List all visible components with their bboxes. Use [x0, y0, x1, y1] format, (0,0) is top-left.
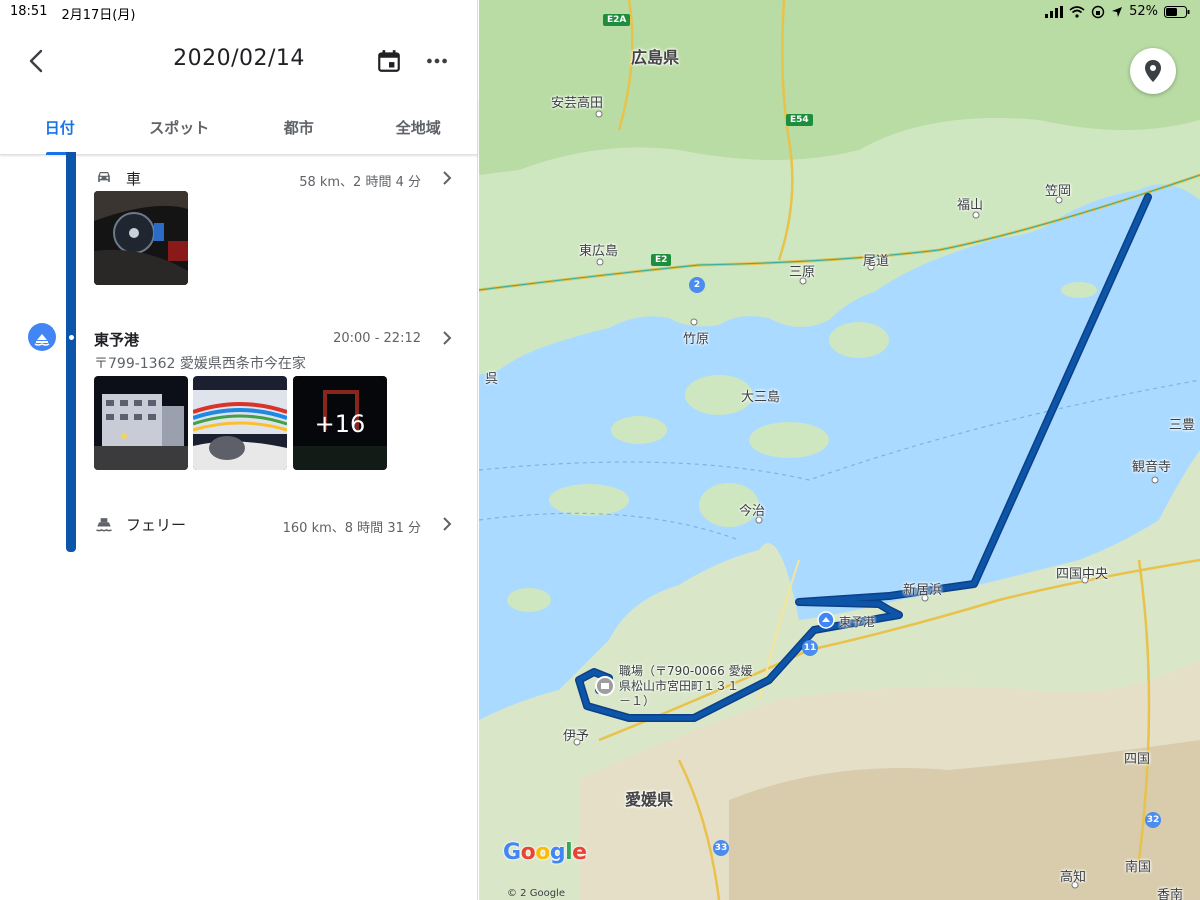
route-shield-11: 11 — [802, 640, 818, 656]
tab-spots[interactable]: スポット — [120, 100, 240, 154]
workplace-line-3: －１） — [619, 694, 656, 708]
ferry-label: フェリー — [126, 516, 187, 534]
status-bar-right: 52% — [1045, 4, 1190, 19]
ferry-distance-duration: 160 km、8 時間 31 分 — [282, 521, 421, 536]
timeline-line — [66, 152, 76, 552]
map-label-fukuyama: 福山 — [957, 198, 984, 213]
expressway-shield-e2: E2 — [651, 254, 672, 266]
place-address: 〒799-1362 愛媛県西条市今在家 — [94, 356, 306, 372]
signal-icon — [1045, 5, 1064, 18]
car-label: 車 — [126, 170, 142, 188]
map-label-higashihiroshima: 東広島 — [579, 244, 619, 259]
map-label-shikokuchuo: 四国中央 — [1056, 567, 1109, 582]
map-copyright: © 2 Google — [507, 888, 565, 899]
status-date: 2月17日(月) — [61, 8, 136, 23]
status-bar-left: 18:51 2月17日(月) — [10, 4, 135, 23]
map-label-kami: 香南 — [1157, 888, 1184, 900]
map-label-mihara: 三原 — [789, 265, 816, 280]
map-label-toyo-port[interactable]: 東予港 — [839, 613, 875, 630]
map-label-workplace[interactable]: 職場（〒790-0066 愛媛 県松山市宮田町１３１ －１） — [619, 664, 753, 709]
map-label-omishima: 大三島 — [741, 390, 781, 405]
route-shield-32: 32 — [1145, 812, 1161, 828]
chevron-right-icon[interactable] — [440, 170, 454, 186]
chevron-right-icon[interactable] — [440, 330, 454, 346]
photo-thumbnail[interactable] — [94, 191, 188, 285]
expressway-shield-e54: E54 — [786, 114, 813, 126]
car-distance-duration: 58 km、2 時間 4 分 — [299, 175, 421, 190]
map-label-hiroshima: 広島県 — [631, 48, 680, 67]
map-view[interactable]: 広島県 安芸高田 東広島 三原 尾道 福山 笠岡 竹原 呉 大三島 今治 新居浜… — [479, 0, 1200, 900]
more-photos-thumbnail[interactable]: +16 — [293, 376, 387, 470]
photo-thumbnail[interactable] — [94, 376, 188, 470]
battery-icon — [1164, 5, 1190, 18]
place-name: 東予港 — [94, 331, 140, 349]
place-time-range: 20:00 - 22:12 — [333, 331, 421, 346]
map-label-nankoku: 南国 — [1125, 860, 1152, 875]
timeline-panel: 18:51 2月17日(月) 2020/02/14 日付 スポット 都市 全地域… — [0, 0, 478, 900]
location-pin-button[interactable] — [1130, 48, 1176, 94]
map-label-ehime: 愛媛県 — [625, 790, 674, 809]
route-shield-2: 2 — [689, 277, 705, 293]
more-photos-count: +16 — [315, 410, 366, 438]
map-label-shikoku: 四国 — [1124, 752, 1151, 767]
view-tabs: 日付 スポット 都市 全地域 — [0, 100, 478, 155]
map-label-niihama: 新居浜 — [903, 583, 943, 598]
status-time: 18:51 — [10, 4, 48, 19]
map-label-kanonji: 観音寺 — [1132, 460, 1172, 475]
map-canvas — [479, 0, 1200, 900]
route-shield-33: 33 — [713, 840, 729, 856]
tab-regions[interactable]: 全地域 — [359, 100, 479, 154]
location-pin-icon — [1145, 60, 1161, 82]
map-label-onomichi: 尾道 — [863, 254, 890, 269]
photo-thumbnail[interactable] — [193, 376, 287, 470]
map-label-kure: 呉 — [485, 372, 499, 387]
header: 2020/02/14 — [0, 36, 478, 88]
expressway-shield-e2a: E2A — [603, 14, 631, 26]
more-options-icon[interactable] — [424, 48, 450, 74]
calendar-icon[interactable] — [376, 48, 402, 74]
workplace-line-1: 職場（〒790-0066 愛媛 — [619, 664, 753, 678]
ferry-port-icon — [28, 323, 56, 351]
chevron-right-icon[interactable] — [440, 516, 454, 532]
timeline-dot — [69, 335, 74, 340]
map-label-kasaoka: 笠岡 — [1045, 184, 1072, 199]
map-label-mitoyo: 三豊 — [1169, 418, 1196, 433]
car-icon — [98, 172, 110, 182]
orientation-lock-icon — [1091, 5, 1105, 18]
map-label-imabari: 今治 — [739, 504, 766, 519]
workplace-line-2: 県松山市宮田町１３１ — [619, 679, 740, 693]
map-label-akitakata: 安芸高田 — [551, 96, 604, 111]
app-root: 18:51 2月17日(月) 2020/02/14 日付 スポット 都市 全地域… — [0, 0, 1200, 900]
page-title[interactable]: 2020/02/14 — [0, 46, 478, 71]
map-label-takehara: 竹原 — [683, 332, 710, 347]
wifi-icon — [1069, 5, 1085, 18]
tab-date[interactable]: 日付 — [0, 100, 120, 155]
map-label-kochi: 高知 — [1060, 870, 1087, 885]
map-label-iyo: 伊予 — [563, 729, 590, 744]
location-arrow-icon — [1112, 6, 1123, 17]
ferry-icon — [96, 518, 112, 532]
battery-percent: 52% — [1129, 4, 1158, 19]
tab-cities[interactable]: 都市 — [239, 100, 359, 154]
google-logo: Google — [503, 840, 587, 865]
